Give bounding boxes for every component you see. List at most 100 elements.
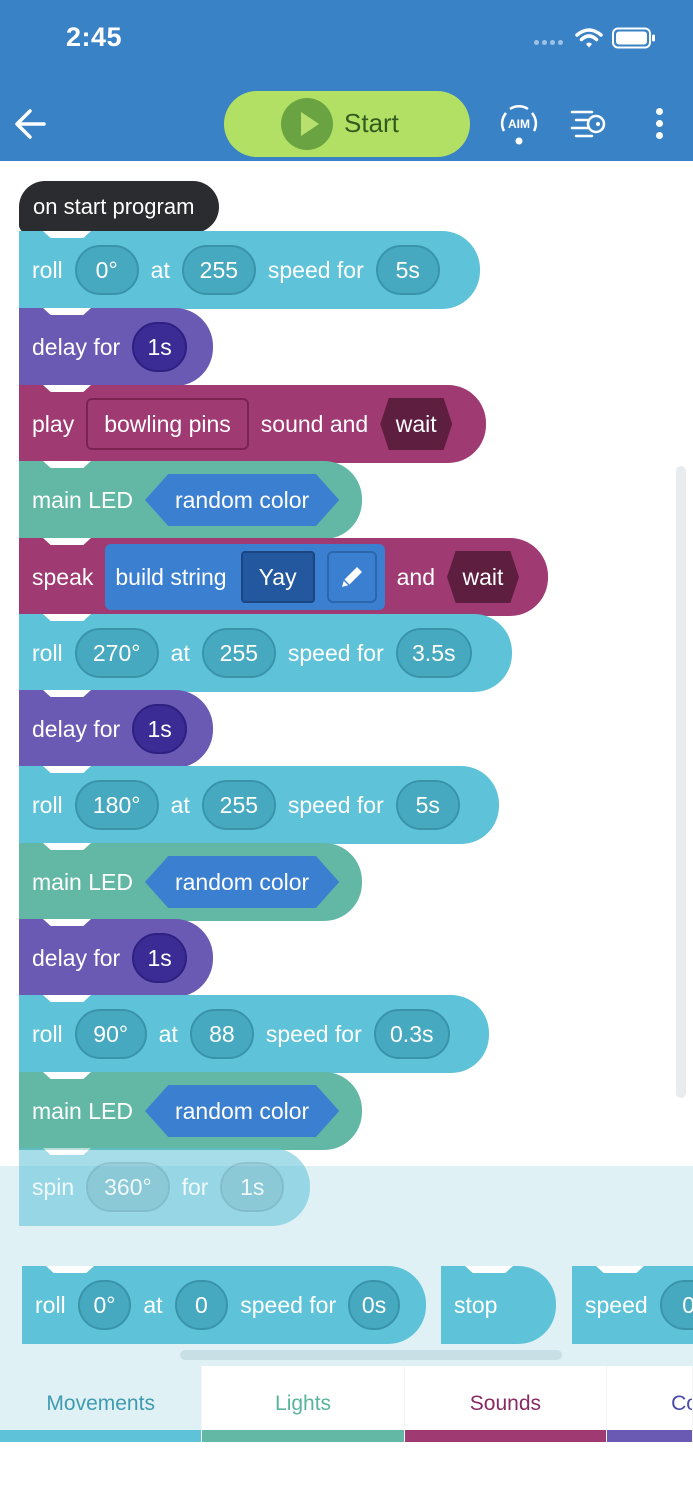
block-label: stop <box>454 1291 498 1318</box>
status-time: 2:45 <box>66 22 123 52</box>
block-text: at <box>158 1020 178 1047</box>
delay-block[interactable]: delay for 1s <box>19 690 213 768</box>
duration-input[interactable]: 0s <box>348 1280 400 1330</box>
roll-block[interactable]: roll 90° at 88 speed for 0.3s <box>19 995 489 1073</box>
block-text: at <box>150 256 170 283</box>
block-label: roll <box>32 791 63 818</box>
block-label: speed <box>585 1291 648 1318</box>
back-arrow-icon[interactable] <box>10 104 52 144</box>
speed-input[interactable]: 0 <box>659 1280 693 1330</box>
tab-lights[interactable]: Lights <box>202 1366 404 1442</box>
block-label: spin <box>32 1173 75 1200</box>
duration-input[interactable]: 1s <box>132 933 187 983</box>
block-text: speed for <box>287 639 384 666</box>
roll-block[interactable]: roll 270° at 255 speed for 3.5s <box>19 614 512 692</box>
play-icon <box>281 98 333 150</box>
block-label: play <box>32 410 75 437</box>
tab-indicator <box>202 1430 404 1442</box>
heading-input[interactable]: 0° <box>74 245 139 295</box>
tab-label: Sounds <box>469 1392 542 1415</box>
block-label: roll <box>32 639 63 666</box>
palette-scrollbar[interactable] <box>180 1350 562 1360</box>
block-text: speed for <box>240 1291 337 1318</box>
duration-input[interactable]: 1s <box>132 704 187 754</box>
block-label: main LED <box>32 486 133 513</box>
speed-input[interactable]: 0 <box>174 1280 229 1330</box>
block-label: delay for <box>32 715 121 742</box>
build-string-label: build string <box>115 563 227 590</box>
main-led-block[interactable]: main LED random color <box>19 1072 362 1150</box>
delay-block[interactable]: delay for 1s <box>19 919 213 997</box>
heading-input[interactable]: 90° <box>74 1009 147 1059</box>
tab-indicator <box>607 1430 693 1442</box>
speed-input[interactable]: 255 <box>181 245 256 295</box>
tab-indicator <box>404 1430 607 1442</box>
palette-speed-block[interactable]: speed 0 <box>572 1266 693 1344</box>
heading-input[interactable]: 0° <box>77 1280 132 1330</box>
build-string-block[interactable]: build string Yay <box>105 544 385 610</box>
drive-icon[interactable] <box>568 104 610 144</box>
sound-select[interactable]: bowling pins <box>86 398 249 450</box>
block-label: main LED <box>32 868 133 895</box>
battery-icon <box>612 27 655 49</box>
text-input[interactable]: Yay <box>240 551 315 603</box>
roll-block[interactable]: roll 180° at 255 speed for 5s <box>19 766 499 844</box>
canvas-scrollbar[interactable] <box>676 466 686 1098</box>
speed-input[interactable]: 255 <box>201 628 276 678</box>
tab-movements[interactable]: Movements <box>0 1366 202 1442</box>
heading-input[interactable]: 270° <box>74 628 159 678</box>
start-button[interactable]: Start <box>224 91 470 157</box>
hat-label: on start program <box>33 194 195 219</box>
aim-icon[interactable]: AIM <box>496 101 542 147</box>
palette-stop-block[interactable]: stop <box>441 1266 556 1344</box>
block-label: delay for <box>32 333 121 360</box>
degrees-input[interactable]: 360° <box>86 1162 170 1212</box>
speak-block[interactable]: speak build string Yay and wait <box>19 538 548 616</box>
block-text: speed for <box>287 791 384 818</box>
roll-block[interactable]: roll 0° at 255 speed for 5s <box>19 231 480 309</box>
tab-label: Co <box>671 1392 692 1415</box>
wait-toggle[interactable]: wait <box>380 398 453 450</box>
color-select[interactable]: random color <box>144 856 340 908</box>
color-select[interactable]: random color <box>144 1085 340 1137</box>
wait-toggle[interactable]: wait <box>446 551 519 603</box>
aim-label: AIM <box>508 117 530 131</box>
speed-input[interactable]: 88 <box>189 1009 254 1059</box>
category-tabs: Movements Lights Sounds Co <box>0 1366 693 1442</box>
heading-input[interactable]: 180° <box>74 780 159 830</box>
wifi-icon <box>575 28 603 48</box>
block-text: sound and <box>260 410 369 437</box>
duration-input[interactable]: 3.5s <box>395 628 472 678</box>
app-header: 2:45 Start AIM <box>0 0 693 161</box>
tab-co[interactable]: Co <box>607 1366 693 1442</box>
pencil-icon[interactable] <box>326 551 377 603</box>
duration-input[interactable]: 5s <box>395 780 460 830</box>
duration-input[interactable]: 5s <box>375 245 440 295</box>
block-label: roll <box>32 1020 63 1047</box>
color-select[interactable]: random color <box>144 474 340 526</box>
speed-input[interactable]: 255 <box>201 780 276 830</box>
start-label: Start <box>344 108 399 138</box>
block-text: at <box>170 791 190 818</box>
block-text: speed for <box>265 1020 362 1047</box>
block-label: roll <box>32 256 63 283</box>
on-start-program-block[interactable]: on start program <box>19 181 219 233</box>
block-text: speed for <box>267 256 364 283</box>
duration-input[interactable]: 0.3s <box>373 1009 450 1059</box>
block-text: and <box>396 563 435 590</box>
tab-label: Lights <box>275 1392 332 1415</box>
spin-block[interactable]: spin 360° for 1s <box>19 1148 310 1226</box>
tab-sounds[interactable]: Sounds <box>404 1366 607 1442</box>
duration-input[interactable]: 1s <box>220 1162 284 1212</box>
duration-input[interactable]: 1s <box>132 322 187 372</box>
block-text: for <box>181 1173 209 1200</box>
main-led-block[interactable]: main LED random color <box>19 843 362 921</box>
delay-block[interactable]: delay for 1s <box>19 308 213 386</box>
palette-roll-block[interactable]: roll 0° at 0 speed for 0s <box>22 1266 426 1344</box>
more-vertical-icon[interactable] <box>646 106 672 142</box>
block-label: speak <box>32 563 94 590</box>
block-text: at <box>170 639 190 666</box>
tab-label: Movements <box>46 1392 155 1415</box>
play-sound-block[interactable]: play bowling pins sound and wait <box>19 385 486 463</box>
main-led-block[interactable]: main LED random color <box>19 461 362 539</box>
